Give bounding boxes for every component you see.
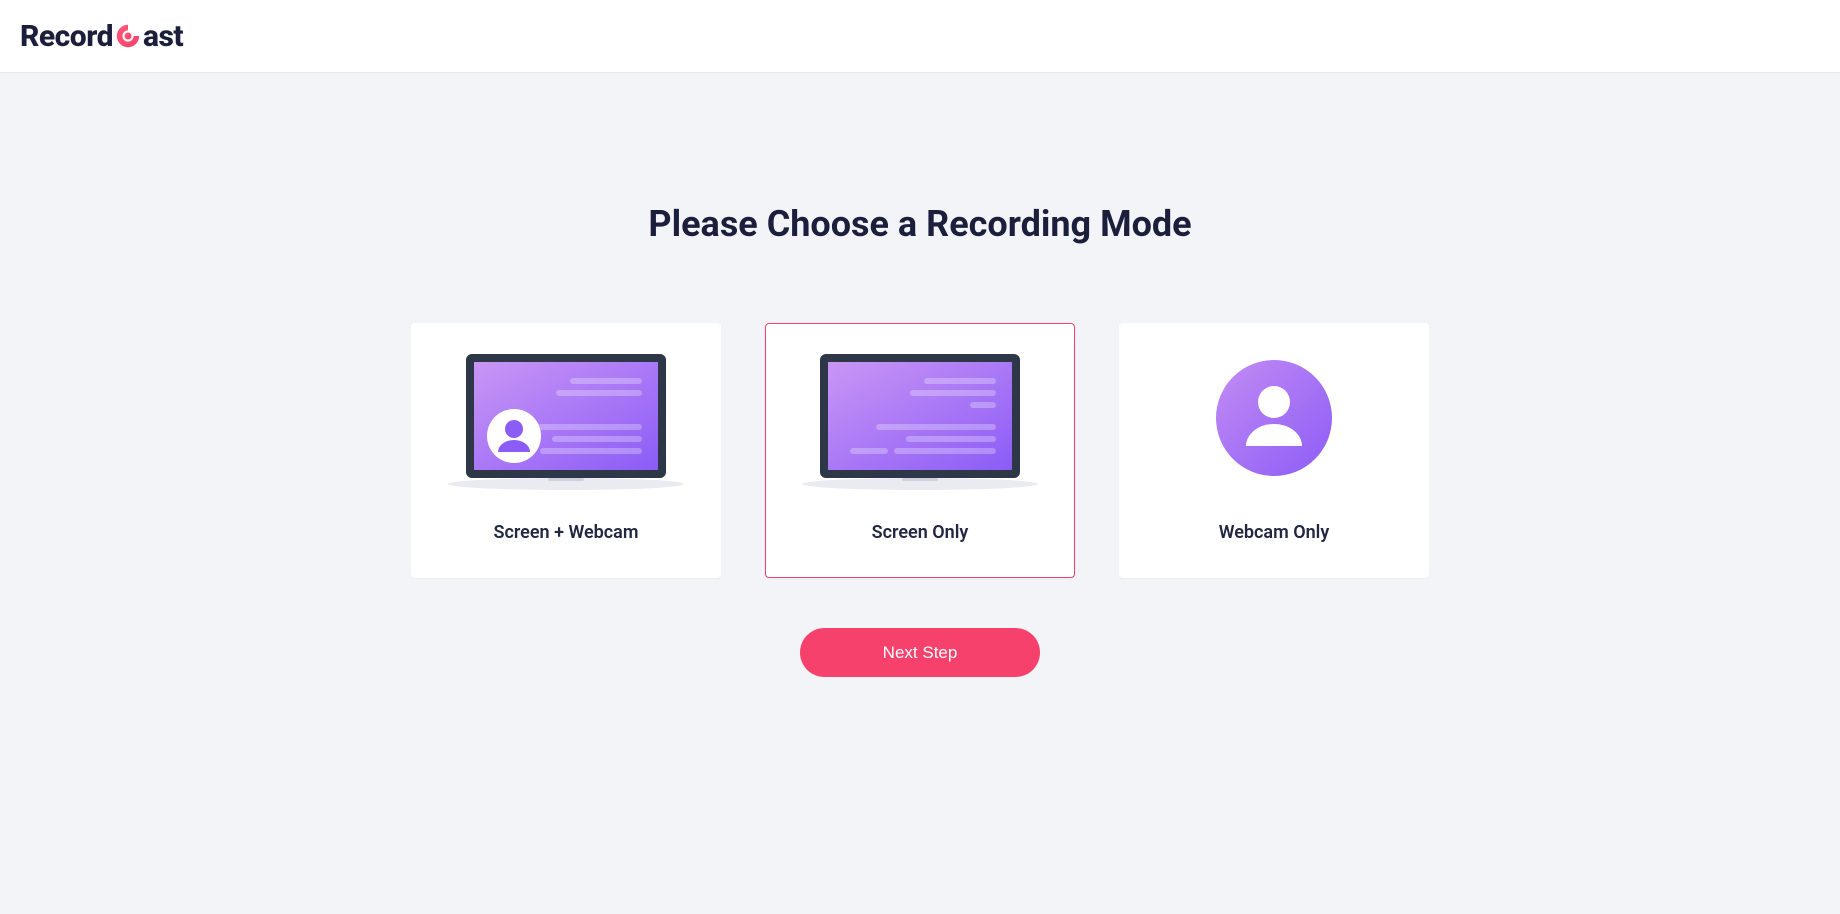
next-step-button[interactable]: Next Step <box>800 628 1040 677</box>
logo-c-icon <box>114 22 142 50</box>
option-label: Webcam Only <box>1219 522 1330 543</box>
option-screen-only[interactable]: Screen Only <box>765 323 1075 578</box>
page-title: Please Choose a Recording Mode <box>648 203 1191 245</box>
screen-webcam-icon <box>412 324 720 494</box>
webcam-only-icon <box>1120 324 1428 494</box>
option-label: Screen Only <box>872 522 969 543</box>
logo-text-1: Record <box>20 19 113 54</box>
main-content: Please Choose a Recording Mode <box>0 73 1840 677</box>
option-screen-webcam[interactable]: Screen + Webcam <box>411 323 721 578</box>
app-header: Record ast <box>0 0 1840 73</box>
logo-text-2: ast <box>143 19 183 54</box>
mode-options: Screen + Webcam <box>411 323 1429 578</box>
logo[interactable]: Record ast <box>20 19 183 54</box>
option-label: Screen + Webcam <box>494 522 639 543</box>
option-webcam-only[interactable]: Webcam Only <box>1119 323 1429 578</box>
screen-only-icon <box>766 324 1074 494</box>
